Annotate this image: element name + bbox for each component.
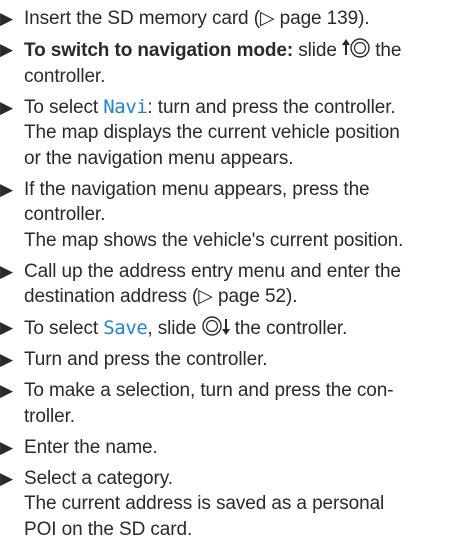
step-result: The current address is saved as a person…: [24, 493, 385, 514]
page-reference-marker: ▷: [259, 8, 275, 29]
step-result: or the navigation menu appears.: [24, 147, 294, 169]
page-reference: page 52: [212, 286, 286, 307]
step-heading: To switch to navigation mode:: [24, 40, 294, 61]
ui-term-navi: Navi: [103, 95, 148, 118]
step-text: To switch to navigation mode: slide the: [24, 37, 460, 64]
step-bullet-icon: ▶: [0, 97, 13, 117]
step-select-save: ▶ To select Save, slide the controller.: [0, 315, 460, 342]
step-text: To select Navi: turn and press the contr…: [24, 95, 396, 118]
step-text: Select a category.: [24, 467, 173, 489]
controller-slide-down-icon: [201, 315, 230, 337]
step-bullet-icon: ▶: [0, 318, 13, 337]
step-text-continuation: destination address (▷ page 52).: [24, 286, 298, 307]
step-bullet-icon: ▶: [0, 350, 13, 369]
page-reference-marker: ▷: [198, 286, 213, 307]
step-navigation-menu: ▶ If the navigation menu appears, press …: [0, 177, 460, 254]
step-select-navi: ▶ To select Navi: turn and press the con…: [0, 95, 460, 172]
step-text: Enter the name.: [24, 436, 158, 458]
step-text: To make a selection, turn and press the …: [24, 380, 394, 401]
step-text: If the navigation menu appears, press th…: [24, 178, 370, 200]
step-bullet-icon: ▶: [0, 9, 13, 28]
step-switch-navigation-mode: ▶ To switch to navigation mode: slide th…: [0, 37, 460, 89]
step-bullet-icon: ▶: [0, 437, 13, 457]
step-text: Call up the address entry menu and enter…: [24, 260, 401, 282]
step-text-continuation: controller.: [24, 65, 106, 87]
step-result: The map displays the current vehicle pos…: [24, 122, 400, 143]
step-text: Insert the SD memory card (▷ page 139).: [24, 8, 370, 29]
step-turn-press: ▶ Turn and press the controller.: [0, 347, 460, 373]
step-bullet-icon: ▶: [0, 261, 13, 281]
step-bullet-icon: ▶: [0, 40, 13, 59]
step-address-entry: ▶ Call up the address entry menu and ent…: [0, 259, 460, 310]
page-reference: page 139: [274, 8, 359, 29]
controller-slide-up-icon: [342, 37, 370, 59]
step-enter-name: ▶ Enter the name.: [0, 435, 460, 461]
step-text-continuation: troller.: [24, 405, 75, 427]
step-bullet-icon: ▶: [0, 468, 13, 488]
step-insert-sd-card: ▶ Insert the SD memory card (▷ page 139)…: [0, 6, 460, 32]
step-select-category: ▶ Select a category. The current address…: [0, 466, 460, 543]
step-text-continuation: controller.: [24, 204, 106, 225]
step-result: POI on the SD card.: [24, 518, 193, 540]
step-result: The map shows the vehicle's current posi…: [24, 229, 404, 251]
step-text: To select Save, slide the controller.: [24, 315, 348, 339]
step-make-selection: ▶ To make a selection, turn and press th…: [0, 378, 460, 429]
step-text: Turn and press the controller.: [24, 349, 268, 370]
ui-term-save: Save: [103, 317, 148, 339]
step-bullet-icon: ▶: [0, 179, 13, 199]
step-bullet-icon: ▶: [0, 381, 13, 400]
instruction-list: ▶ Insert the SD memory card (▷ page 139)…: [0, 6, 460, 548]
